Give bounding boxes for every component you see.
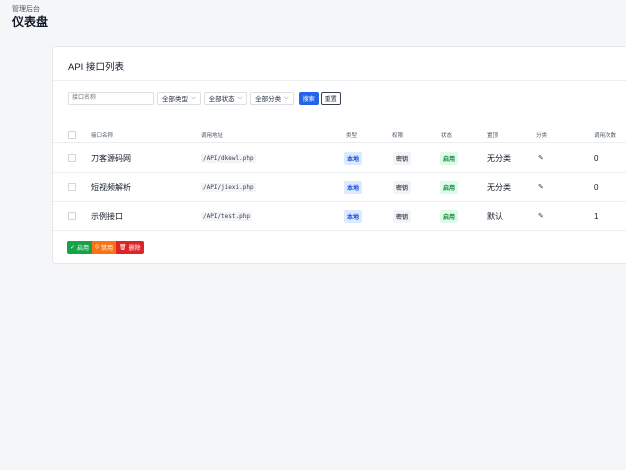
- permission-badge: 密钥: [393, 151, 412, 165]
- pin-icon[interactable]: ✎: [538, 173, 544, 201]
- call-count: 0: [594, 182, 599, 192]
- api-name: 短视频解析: [91, 182, 131, 192]
- call-count: 0: [594, 153, 599, 163]
- row-checkbox[interactable]: [68, 183, 76, 191]
- chevron-down-icon: ⌵: [237, 94, 243, 101]
- disable-label: 禁用: [100, 246, 113, 252]
- api-address: /API/dkewl.php: [201, 153, 256, 163]
- category-select-label: 全部分类: [255, 96, 282, 103]
- permission-badge: 密钥: [393, 180, 412, 194]
- reset-button[interactable]: 重置: [320, 91, 341, 105]
- disable-button[interactable]: ⦸ 禁用: [92, 241, 116, 254]
- status-select-label: 全部状态: [208, 96, 235, 103]
- trash-icon: 🗑: [118, 245, 127, 251]
- type-select-label: 全部类型: [162, 96, 188, 103]
- row-select-cell: [68, 144, 76, 172]
- chevron-down-icon: ⌵: [191, 94, 196, 101]
- status-badge[interactable]: 启用: [440, 209, 459, 223]
- pin-icon[interactable]: ✎: [538, 202, 544, 230]
- table-row: 短视频解析 /API/jiexi.php 本地 密钥 启用 无分类 ✎ 0: [53, 173, 626, 202]
- pinned-value: 默认: [487, 211, 503, 221]
- status-badge[interactable]: 启用: [440, 180, 459, 194]
- pinned-value: 无分类: [487, 182, 511, 192]
- select-all-cell: [68, 127, 76, 142]
- chevron-down-icon: ⌵: [284, 94, 289, 101]
- delete-button[interactable]: 🗑 删除: [115, 241, 144, 254]
- divider: [53, 80, 626, 81]
- status-cell: 启用: [440, 144, 459, 172]
- status-select[interactable]: 全部状态 ⌵: [203, 91, 248, 105]
- type-cell: 本地: [344, 202, 363, 230]
- table-row: 示例接口 /API/test.php 本地 密钥 启用 默认 ✎ 1: [53, 202, 626, 231]
- type-select[interactable]: 全部类型 ⌵: [157, 91, 201, 105]
- status-cell: 启用: [440, 202, 459, 230]
- select-all-checkbox[interactable]: [68, 130, 76, 139]
- api-address: /API/jiexi.php: [201, 182, 256, 192]
- type-cell: 本地: [344, 173, 363, 201]
- type-badge: 本地: [344, 209, 363, 223]
- api-name-input[interactable]: [68, 91, 154, 105]
- api-address-cell: /API/dkewl.php: [201, 144, 256, 172]
- search-button[interactable]: 搜索: [298, 91, 319, 105]
- column-header: 接口名称: [91, 132, 114, 139]
- row-checkbox[interactable]: [68, 212, 76, 220]
- delete-label: 删除: [128, 246, 141, 252]
- api-name: 刀客源码网: [91, 153, 131, 163]
- api-address: /API/test.php: [201, 211, 252, 221]
- check-icon: ✓: [70, 245, 76, 251]
- bulk-action-group: ✓ 启用 ⦸ 禁用 🗑 删除: [67, 241, 144, 254]
- api-name: 示例接口: [91, 211, 123, 221]
- page-title: 仪表盘: [12, 15, 49, 29]
- row-select-cell: [68, 202, 76, 230]
- category-select[interactable]: 全部分类 ⌵: [250, 91, 294, 105]
- api-list-card: API 接口列表 全部类型 ⌵ 全部状态 ⌵ 全部分类 ⌵ 搜索 重置 接口名称…: [52, 46, 626, 264]
- column-header: 调用地址: [201, 132, 224, 139]
- column-header: 置顶: [487, 132, 499, 139]
- filter-bar: 全部类型 ⌵ 全部状态 ⌵ 全部分类 ⌵ 搜索 重置: [68, 91, 341, 105]
- column-header: 权限: [392, 132, 404, 139]
- api-address-cell: /API/jiexi.php: [201, 173, 256, 201]
- row-select-cell: [68, 173, 76, 201]
- permission-cell: 密钥: [393, 173, 412, 201]
- permission-badge: 密钥: [393, 209, 412, 223]
- call-count: 1: [594, 211, 599, 221]
- table-row: 刀客源码网 /API/dkewl.php 本地 密钥 启用 无分类 ✎ 0: [53, 144, 626, 173]
- column-header: 调用次数: [594, 132, 617, 139]
- type-cell: 本地: [344, 144, 363, 172]
- enable-button[interactable]: ✓ 启用: [67, 241, 93, 254]
- status-badge[interactable]: 启用: [440, 151, 459, 165]
- status-cell: 启用: [440, 173, 459, 201]
- type-badge: 本地: [344, 180, 363, 194]
- enable-label: 启用: [77, 246, 90, 252]
- table-header: 接口名称 调用地址 类型 权限 状态 置顶 分类 调用次数: [53, 127, 626, 143]
- column-header: 类型: [346, 132, 358, 139]
- type-badge: 本地: [344, 151, 363, 165]
- pinned-value: 无分类: [487, 153, 511, 163]
- pin-icon[interactable]: ✎: [538, 144, 544, 172]
- card-title: API 接口列表: [68, 62, 124, 73]
- permission-cell: 密钥: [393, 202, 412, 230]
- column-header: 分类: [536, 132, 548, 139]
- api-address-cell: /API/test.php: [201, 202, 252, 230]
- ban-icon: ⦸: [95, 244, 99, 250]
- row-checkbox[interactable]: [68, 154, 76, 162]
- permission-cell: 密钥: [393, 144, 412, 172]
- column-header: 状态: [441, 132, 453, 139]
